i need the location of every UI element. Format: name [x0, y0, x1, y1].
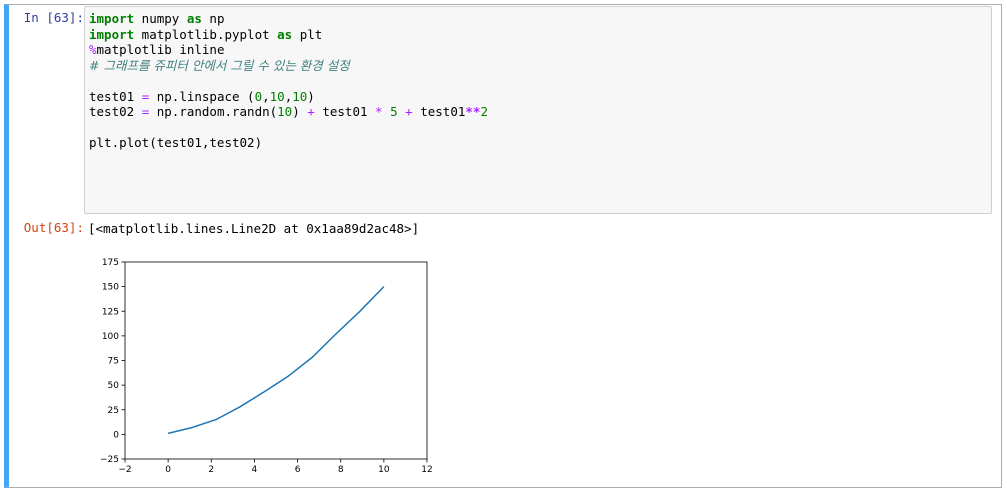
x-tick-label: 4 — [252, 465, 258, 475]
code-token: np.linspace ( — [149, 88, 255, 104]
input-prompt: In [63]: — [23, 10, 84, 25]
number: 10 — [292, 88, 308, 104]
line-plot: −2 0 2 4 6 8 10 12 −25 0 25 50 75 100 125 150 175 — [100, 258, 433, 475]
operator: + — [307, 104, 315, 119]
x-tick-label: 6 — [295, 465, 301, 475]
magic-percent: % — [89, 42, 97, 57]
y-tick-label: 125 — [102, 307, 119, 317]
y-tick-label: 100 — [102, 332, 119, 342]
code-token: np.random.randn( — [149, 104, 278, 119]
code-editor[interactable]: import numpy as np import matplotlib.pyp… — [84, 6, 992, 214]
y-tick-label: 150 — [102, 283, 119, 293]
y-tick-label: 50 — [108, 381, 120, 391]
x-tick-label: 2 — [208, 465, 214, 475]
operator: + — [405, 104, 413, 119]
operator: ** — [465, 104, 481, 119]
code-token: plt.plot(test01,test02) — [89, 135, 263, 150]
code-comment: # 그래프를 쥬피터 안에서 그릴 수 있는 환경 설정 — [89, 57, 350, 73]
number: 10 — [277, 104, 293, 119]
y-tick-label: 25 — [108, 406, 119, 416]
output-text: [<matplotlib.lines.Line2D at 0x1aa89d2ac… — [88, 221, 420, 236]
code-token: test01 — [412, 104, 466, 119]
series-line — [167, 286, 385, 435]
code-token: numpy — [134, 11, 187, 26]
output-prompt: Out[63]: — [23, 220, 84, 235]
x-tick-label: 0 — [165, 465, 171, 475]
code-text: import numpy as np import matplotlib.pyp… — [89, 11, 488, 151]
x-tick-label: 12 — [421, 465, 432, 475]
number: 2 — [480, 104, 488, 119]
code-token: , — [262, 88, 270, 104]
keyword-as: as — [277, 26, 293, 42]
y-tick-label: 175 — [102, 258, 119, 268]
code-token: ) — [292, 104, 308, 119]
y-tick-label: 0 — [113, 430, 119, 440]
code-token: ) — [307, 88, 315, 104]
y-tick-label: 75 — [108, 357, 119, 367]
operator: * — [375, 104, 383, 119]
number: 10 — [269, 88, 285, 104]
x-tick-label: −2 — [118, 465, 131, 475]
y-tick-label: −25 — [100, 455, 119, 465]
code-token: np — [201, 11, 225, 26]
number: 0 — [254, 88, 263, 104]
code-token: test01 — [314, 104, 376, 119]
number: 5 — [390, 104, 398, 119]
keyword-as: as — [186, 11, 202, 26]
keyword-import: import — [89, 11, 135, 26]
code-token: plt — [292, 26, 323, 42]
code-token: matplotlib.pyplot — [134, 26, 278, 42]
x-tick-label: 10 — [378, 465, 390, 475]
code-token: test02 — [89, 104, 142, 119]
code-token: test01 — [89, 88, 142, 104]
keyword-import: import — [89, 26, 135, 42]
code-token: matplotlib inline — [96, 42, 225, 57]
axes-frame — [124, 261, 428, 460]
x-tick-label: 8 — [338, 465, 344, 475]
